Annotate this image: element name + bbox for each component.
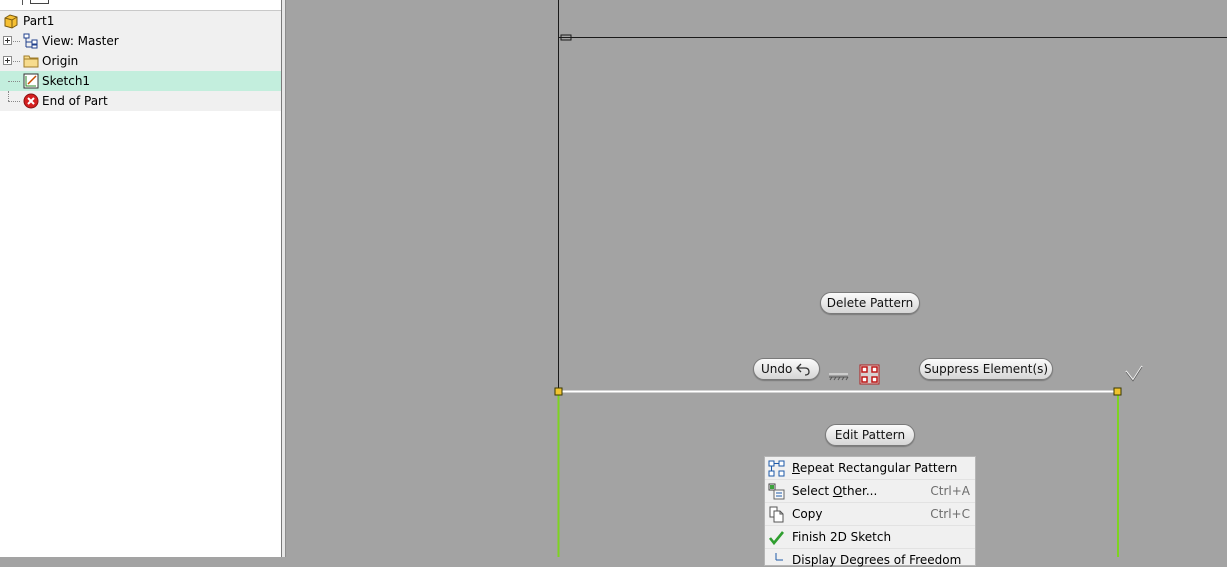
undo-arrow-icon bbox=[796, 363, 810, 376]
suppress-elements-button[interactable]: Suppress Element(s) bbox=[919, 358, 1053, 380]
hatch-icon bbox=[829, 373, 849, 381]
menu-item-label: Finish 2D Sketch bbox=[792, 530, 892, 544]
menu-item-finish-2d-sketch[interactable]: Finish 2D Sketch bbox=[765, 526, 975, 549]
select-other-icon bbox=[768, 483, 785, 500]
delete-pattern-button[interactable]: Delete Pattern bbox=[820, 292, 920, 314]
delete-pattern-label: Delete Pattern bbox=[826, 296, 914, 310]
menu-item-label: Display Degrees of Freedom bbox=[792, 553, 962, 567]
menu-item-label: Repeat Rectangular Pattern bbox=[792, 461, 958, 475]
menu-item-label: Select Other... bbox=[792, 484, 878, 498]
dof-icon bbox=[775, 553, 783, 561]
suppress-label: Suppress Element(s) bbox=[923, 362, 1049, 376]
menu-item-shortcut: Ctrl+A bbox=[930, 484, 970, 498]
ok-check-icon bbox=[1125, 365, 1143, 382]
sketch-point bbox=[1113, 387, 1122, 396]
rectangular-pattern-icon bbox=[768, 460, 785, 477]
menu-item-select-other[interactable]: Select Other... Ctrl+A bbox=[765, 480, 975, 503]
undo-label: Undo bbox=[761, 362, 793, 376]
pattern-element-icon bbox=[859, 364, 880, 385]
sketch-canvas bbox=[554, 0, 1227, 557]
menu-item-display-dof[interactable]: Display Degrees of Freedom bbox=[765, 549, 975, 567]
menu-item-repeat-rectangular-pattern[interactable]: Repeat Rectangular Pattern bbox=[765, 457, 975, 480]
menu-item-copy[interactable]: Copy Ctrl+C bbox=[765, 503, 975, 526]
edit-pattern-button[interactable]: Edit Pattern bbox=[825, 424, 915, 446]
edit-pattern-label: Edit Pattern bbox=[834, 428, 906, 442]
checkmark-icon bbox=[768, 531, 785, 546]
sketch-point bbox=[554, 387, 563, 396]
menu-item-label: Copy bbox=[792, 507, 823, 521]
copy-icon bbox=[769, 506, 784, 523]
context-menu: Repeat Rectangular Pattern Select Other.… bbox=[764, 456, 976, 567]
undo-button[interactable]: Undo bbox=[753, 358, 820, 380]
menu-item-shortcut: Ctrl+C bbox=[930, 507, 970, 521]
